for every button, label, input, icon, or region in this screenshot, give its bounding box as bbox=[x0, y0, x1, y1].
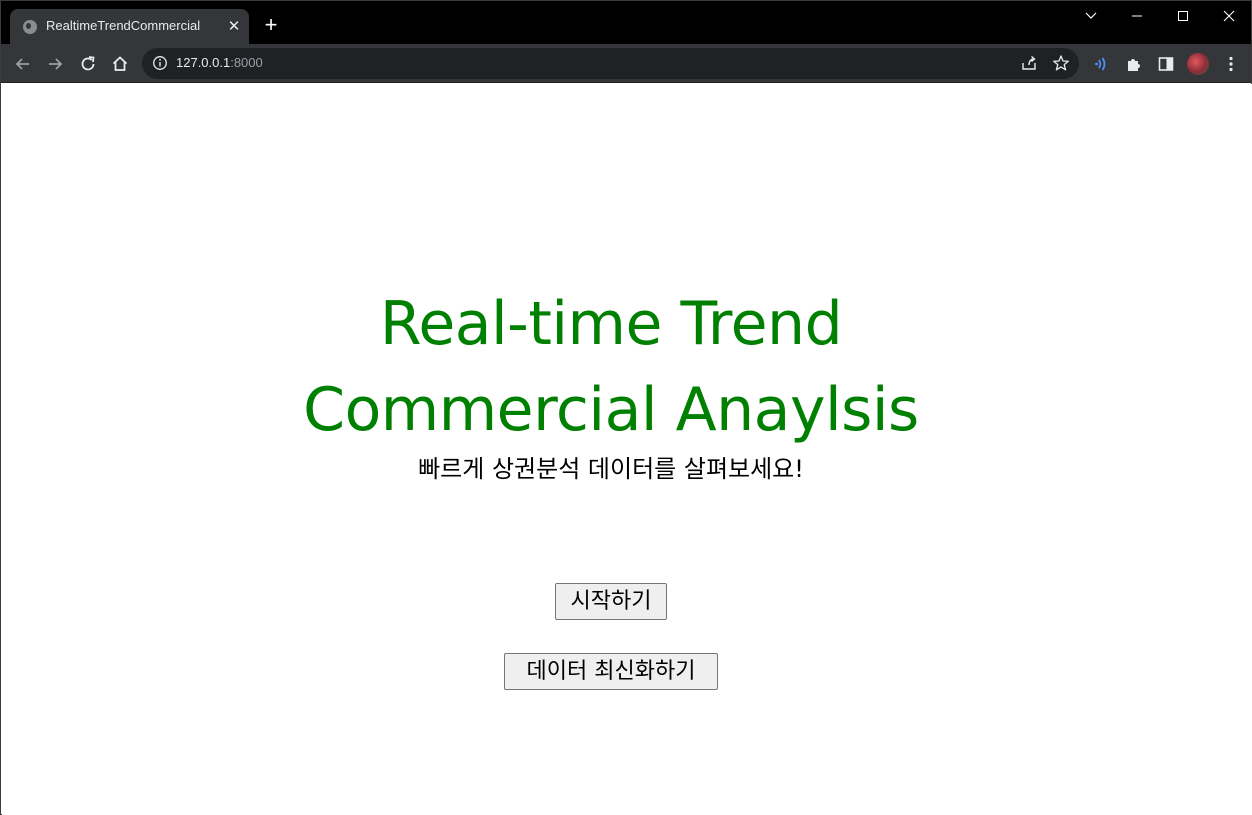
page-title-line-1: Real-time Trend bbox=[379, 289, 843, 359]
page-title-line-2: Commercial Anaylsis bbox=[303, 375, 919, 445]
minimize-button[interactable] bbox=[1114, 1, 1160, 31]
close-icon bbox=[1223, 10, 1235, 22]
arrow-right-icon bbox=[49, 58, 63, 70]
chevron-down-icon bbox=[1085, 12, 1097, 19]
minimize-icon bbox=[1132, 15, 1142, 17]
page-viewport: Real-time Trend Commercial Anaylsis 빠르게 … bbox=[2, 84, 1252, 815]
tab-title: RealtimeTrendCommercial bbox=[46, 18, 201, 33]
side-panel-icon bbox=[1158, 57, 1174, 71]
address-bar[interactable]: 127.0.0.1:8000 bbox=[142, 48, 1079, 79]
browser-menu-button[interactable] bbox=[1219, 52, 1243, 76]
url-host: 127.0.0.1 bbox=[176, 55, 231, 70]
close-window-button[interactable] bbox=[1206, 1, 1252, 31]
browser-toolbar: 127.0.0.1:8000 bbox=[1, 44, 1251, 83]
maximize-icon bbox=[1178, 11, 1188, 21]
profile-avatar[interactable] bbox=[1187, 53, 1209, 75]
url-port: :8000 bbox=[230, 55, 263, 70]
home-button[interactable] bbox=[108, 52, 132, 76]
reload-button[interactable] bbox=[76, 52, 100, 76]
kebab-menu-icon bbox=[1229, 56, 1233, 72]
url-text[interactable]: 127.0.0.1:8000 bbox=[176, 55, 263, 70]
puzzle-icon bbox=[1128, 59, 1140, 71]
tab-strip: RealtimeTrendCommercial ✕ + bbox=[1, 1, 1251, 44]
tab-close-icon[interactable]: ✕ bbox=[226, 17, 242, 35]
tab-search-button[interactable] bbox=[1068, 1, 1114, 31]
share-icon[interactable] bbox=[1020, 54, 1038, 72]
extensions-button[interactable] bbox=[1122, 52, 1146, 76]
maximize-button[interactable] bbox=[1160, 1, 1206, 31]
info-icon[interactable] bbox=[152, 55, 168, 71]
new-tab-button[interactable]: + bbox=[260, 14, 282, 36]
reload-icon bbox=[81, 56, 95, 71]
start-button[interactable]: 시작하기 bbox=[555, 583, 667, 620]
back-button[interactable] bbox=[11, 52, 35, 76]
home-icon bbox=[112, 56, 128, 71]
wave-icon bbox=[1095, 57, 1106, 71]
page-subtitle: 빠르게 상권분석 데이터를 살펴보세요! bbox=[418, 455, 804, 483]
forward-button[interactable] bbox=[43, 52, 67, 76]
page-title: Real-time Trend Commercial Anaylsis bbox=[2, 281, 1220, 453]
refresh-data-button[interactable]: 데이터 최신화하기 bbox=[504, 653, 718, 690]
extension-wave-button[interactable] bbox=[1090, 52, 1114, 76]
star-icon[interactable] bbox=[1052, 54, 1070, 72]
globe-icon bbox=[23, 20, 37, 34]
browser-window: RealtimeTrendCommercial ✕ + 127.0.0.1:80… bbox=[0, 0, 1252, 815]
arrow-left-icon bbox=[15, 58, 29, 70]
side-panel-button[interactable] bbox=[1154, 52, 1178, 76]
tab-active[interactable]: RealtimeTrendCommercial ✕ bbox=[10, 9, 249, 44]
